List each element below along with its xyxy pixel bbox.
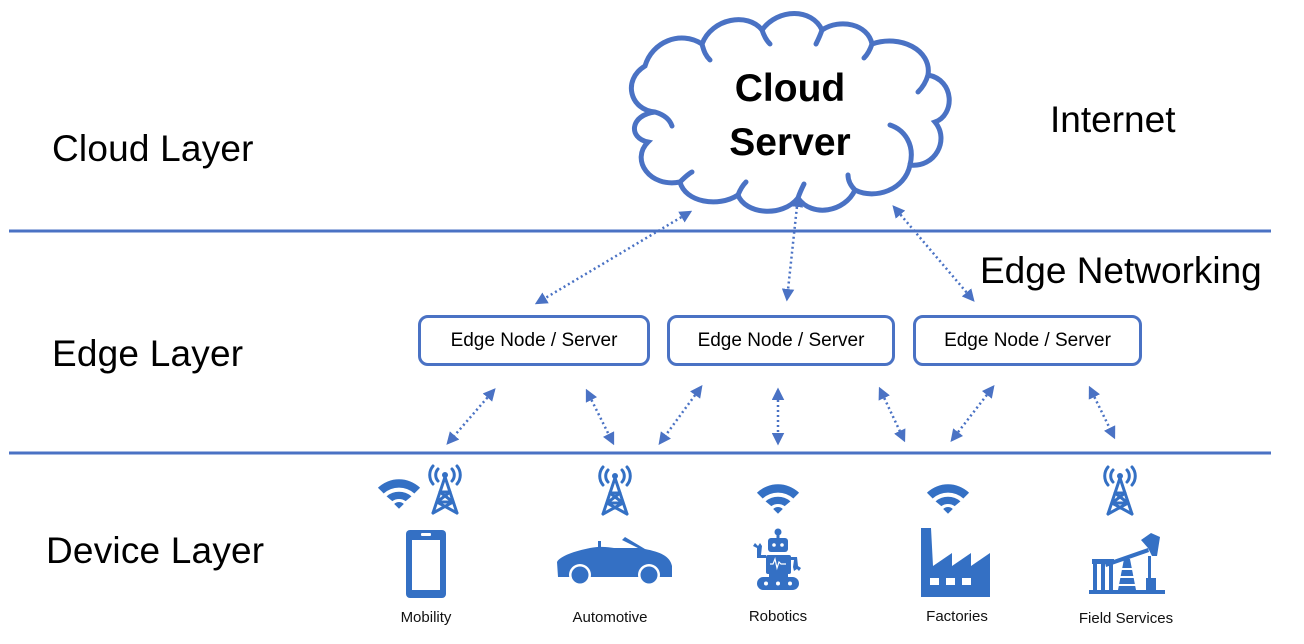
arrow-edge3-fieldservices bbox=[1088, 385, 1116, 440]
edge-node-1[interactable]: Edge Node / Server bbox=[418, 315, 650, 366]
edge-node-label: Edge Node / Server bbox=[697, 329, 865, 351]
internet-label: Internet bbox=[1050, 99, 1176, 140]
device-label-robotics: Robotics bbox=[748, 608, 808, 625]
wifi-icon bbox=[926, 484, 970, 514]
cell-tower-icon bbox=[428, 464, 462, 515]
edge-node-2[interactable]: Edge Node / Server bbox=[667, 315, 895, 366]
cloud-server-title: Cloud Server bbox=[690, 62, 890, 170]
edge-node-label: Edge Node / Server bbox=[450, 329, 618, 351]
arrow-cloud-edge-1 bbox=[534, 210, 693, 305]
wifi-icon bbox=[377, 479, 421, 509]
arrow-edge1-automotive bbox=[585, 388, 615, 446]
device-layer-label: Device Layer bbox=[46, 530, 265, 571]
edge-device-arrows bbox=[446, 384, 1116, 446]
cell-tower-icon bbox=[598, 465, 632, 516]
arrow-edge2-automotive bbox=[658, 384, 703, 446]
arrow-edge1-mobility bbox=[446, 388, 496, 445]
cloud-edge-arrows bbox=[534, 194, 975, 305]
edge-networking-label: Edge Networking bbox=[980, 250, 1262, 291]
smartphone-icon bbox=[406, 530, 446, 598]
arrow-edge3-factories bbox=[950, 385, 995, 442]
cloud-layer-label: Cloud Layer bbox=[52, 128, 254, 169]
car-icon bbox=[557, 537, 672, 586]
cloud-title-line2: Server bbox=[729, 121, 851, 164]
oil-pump-icon bbox=[1089, 533, 1165, 594]
arrow-cloud-edge-2 bbox=[781, 194, 804, 302]
arrow-cloud-edge-3 bbox=[892, 205, 975, 302]
robot-icon bbox=[753, 528, 801, 590]
factory-icon bbox=[921, 528, 990, 597]
cell-tower-icon bbox=[1103, 465, 1137, 516]
edge-layer-label: Edge Layer bbox=[52, 333, 244, 374]
device-label-field-services: Field Services bbox=[1078, 610, 1174, 627]
cloud-title-line1: Cloud bbox=[734, 67, 846, 110]
edge-computing-diagram: Cloud Server Cloud Layer Edge Layer Devi… bbox=[0, 0, 1304, 644]
device-label-mobility: Mobility bbox=[400, 609, 452, 626]
device-label-factories: Factories bbox=[926, 608, 988, 625]
edge-node-label: Edge Node / Server bbox=[944, 329, 1111, 351]
edge-node-3[interactable]: Edge Node / Server bbox=[913, 315, 1142, 366]
arrow-edge2-factories bbox=[878, 386, 906, 443]
wifi-icon bbox=[756, 484, 800, 514]
device-label-automotive: Automotive bbox=[572, 609, 648, 626]
